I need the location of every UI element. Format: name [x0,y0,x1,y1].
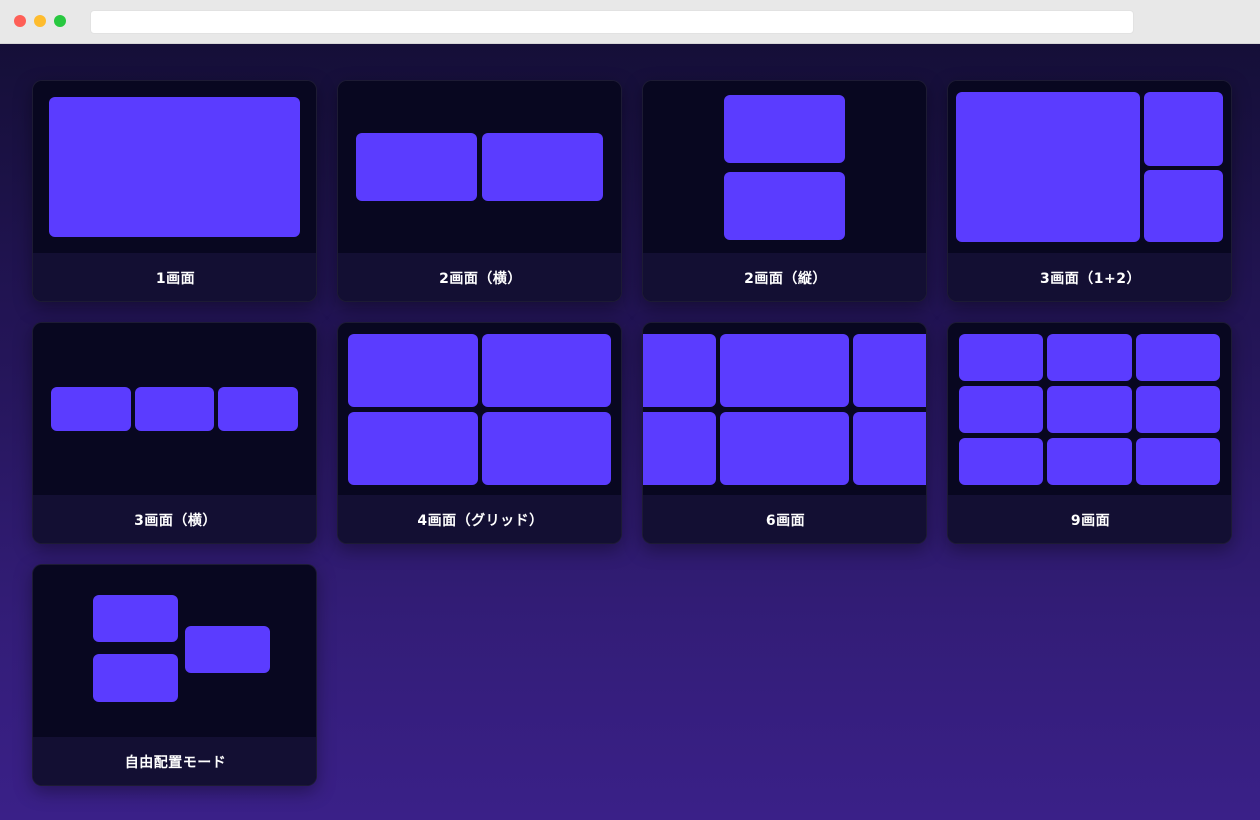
preview-pane [724,172,845,240]
four-pane-grid-icon [338,323,621,495]
layout-card-six[interactable]: 6画面 [642,322,927,544]
three-pane-horizontal-icon [33,323,316,495]
preview-pane [356,133,477,201]
preview-pane [348,334,478,407]
layout-label: 9画面 [948,495,1231,543]
browser-titlebar [0,0,1260,44]
preview-pane [720,334,849,407]
layout-card-triple-1plus2[interactable]: 3画面（1+2） [947,80,1232,302]
preview-pane [482,133,603,201]
preview-pane [218,387,298,431]
layout-card-dual-vertical[interactable]: 2画面（縦） [642,80,927,302]
layout-label: 4画面（グリッド） [338,495,621,543]
two-pane-horizontal-icon [338,81,621,253]
six-pane-grid-icon [643,323,926,495]
layout-label: 2画面（横） [338,253,621,301]
preview-pane [956,92,1140,242]
preview-pane [482,334,611,407]
layout-card-triple-horizontal[interactable]: 3画面（横） [32,322,317,544]
close-window-icon[interactable] [14,15,26,27]
preview-pane [1047,386,1132,433]
layout-card-dual-horizontal[interactable]: 2画面（横） [337,80,622,302]
preview-pane [1136,438,1220,485]
preview-pane [1136,334,1220,381]
preview-pane [93,595,178,642]
preview-pane [93,654,178,702]
preview-pane [49,97,300,237]
preview-pane [1144,92,1223,166]
preview-pane [959,334,1043,381]
layout-card-quad-grid[interactable]: 4画面（グリッド） [337,322,622,544]
layout-label: 3画面（横） [33,495,316,543]
preview-pane [724,95,845,163]
preview-pane [643,334,716,407]
preview-pane [720,412,849,485]
preview-pane [1144,170,1223,242]
two-pane-vertical-icon [643,81,926,253]
free-layout-icon [33,565,316,737]
maximize-window-icon[interactable] [54,15,66,27]
preview-pane [853,412,926,485]
layout-card-single[interactable]: 1画面 [32,80,317,302]
preview-pane [959,386,1043,433]
preview-pane [482,412,611,485]
minimize-window-icon[interactable] [34,15,46,27]
layout-selector-page: 1画面 2画面（横） 2画面（縦） 3画面（1+2） 3画面（横） 4画面（グリ… [0,44,1260,820]
preview-pane [348,412,478,485]
preview-pane [135,387,214,431]
preview-pane [185,626,270,673]
preview-pane [1047,334,1132,381]
layout-label: 3画面（1+2） [948,253,1231,301]
layout-label: 6画面 [643,495,926,543]
address-bar[interactable] [90,10,1134,34]
layout-label: 2画面（縦） [643,253,926,301]
layout-label: 1画面 [33,253,316,301]
preview-pane [959,438,1043,485]
layout-card-nine[interactable]: 9画面 [947,322,1232,544]
preview-pane [51,387,131,431]
preview-pane [1136,386,1220,433]
preview-pane [853,334,926,407]
layout-card-free[interactable]: 自由配置モード [32,564,317,786]
layout-label: 自由配置モード [33,737,316,785]
three-pane-one-plus-two-icon [948,81,1231,253]
nine-pane-grid-icon [948,323,1231,495]
single-pane-layout-icon [33,81,316,253]
preview-pane [643,412,716,485]
preview-pane [1047,438,1132,485]
